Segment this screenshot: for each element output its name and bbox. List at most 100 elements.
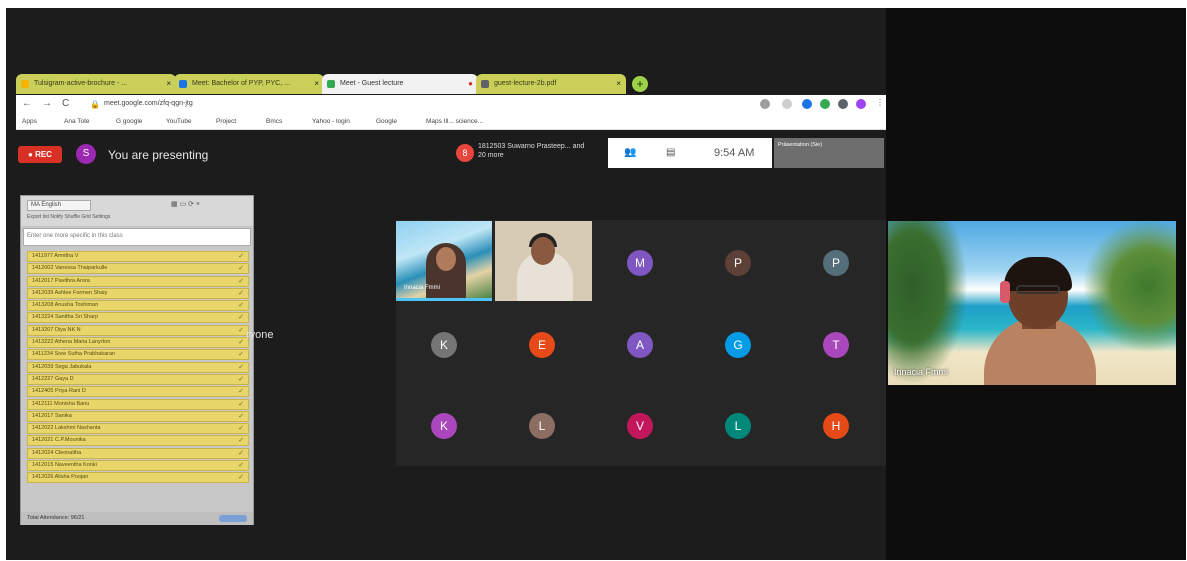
present-check-icon[interactable]: ✓ [238,424,244,433]
tab-tulsigram[interactable]: Tulsigram-active-brochure - ... × [16,74,176,94]
student-row[interactable]: 1412405 Priya Rani D ✓ [27,386,249,398]
close-icon[interactable]: × [166,79,171,88]
student-row[interactable]: 1412017 Sanika ✓ [27,410,249,422]
student-row[interactable]: 1412024 Cleonaitha ✓ [27,447,249,459]
tab-meet-guest-lecture[interactable]: Meet - Guest lecture ● [322,74,478,94]
extension-icon[interactable] [802,99,812,109]
student-row[interactable]: 1413207 Diya NK N ✓ [27,324,249,336]
student-row[interactable]: 1411234 Sree Sutha Prabhakaran ✓ [27,349,249,361]
participant-avatar[interactable]: H [823,413,849,439]
participant-avatar[interactable]: P [823,250,849,276]
star-icon[interactable] [782,99,792,109]
participant-avatar[interactable]: L [725,413,751,439]
close-icon[interactable]: × [314,79,319,88]
new-tab-button[interactable]: + [632,76,648,92]
student-row[interactable]: 1412015 Naveentha Konki ✓ [27,460,249,472]
menu-dots-icon[interactable]: ⋮ [876,98,884,107]
present-check-icon[interactable]: ✓ [238,363,244,372]
present-check-icon[interactable]: ✓ [238,449,244,458]
tab-meet-bachelor[interactable]: Meet: Bachelor of PYP, PYC, ... × [174,74,324,94]
bookmark-youtube[interactable]: YouTube [166,118,192,125]
present-check-icon[interactable]: ✓ [238,301,244,310]
close-icon[interactable]: × [616,79,621,88]
participant-video-tile[interactable] [495,221,592,301]
present-check-icon[interactable]: ✓ [238,400,244,409]
participant-avatar[interactable]: L [529,413,555,439]
self-view-thumbnail[interactable]: Präsentation (Sie) [774,138,884,168]
export-button[interactable] [219,515,247,522]
speaker-glasses [1016,285,1060,294]
reload-icon[interactable]: C [62,98,69,109]
favicon-icon [327,80,335,88]
student-row[interactable]: 1412039 Sega Jabukala ✓ [27,361,249,373]
bookmark-yahoo[interactable]: Yahoo - login [312,118,350,125]
student-row[interactable]: 1412227 Gaya D ✓ [27,373,249,385]
student-row[interactable]: 1412111 Monisha Banu ✓ [27,398,249,410]
lock-icon: 🔒 [90,100,100,109]
present-check-icon[interactable]: ✓ [238,473,244,482]
student-row[interactable]: 1413222 Athena Maria Lanyrton ✓ [27,337,249,349]
present-check-icon[interactable]: ✓ [238,375,244,384]
student-row[interactable]: 1412022 Lakshmi Nashanta ✓ [27,423,249,435]
present-check-icon[interactable]: ✓ [238,289,244,298]
recording-dot-icon: ● [468,79,473,88]
student-row[interactable]: 1412017 Pavithra Arora ✓ [27,275,249,287]
present-check-icon[interactable]: ✓ [238,326,244,335]
student-name: 1412039 Sega Jabukala [32,363,92,370]
class-search-input[interactable]: Enter one more specific in this class [23,228,251,246]
participant-avatar[interactable]: G [725,332,751,358]
attendance-toolbar[interactable]: Export list Notify Shuffle Grid Settings [27,214,110,220]
puzzle-icon[interactable] [838,99,848,109]
student-name: 1411234 Sree Sutha Prabhakaran [32,351,116,358]
present-check-icon[interactable]: ✓ [238,436,244,445]
people-icon[interactable]: 👥 [624,147,636,158]
present-check-icon[interactable]: ✓ [238,338,244,347]
self-view-label: Präsentation (Sie) [778,142,823,148]
student-row[interactable]: 1411977 Amritha V ✓ [27,251,249,262]
present-check-icon[interactable]: ✓ [238,387,244,396]
bookmark-bmcs[interactable]: Bmcs [266,118,282,125]
popup-controls[interactable]: ▦ ▭ ⟳ × [171,200,200,208]
participant-video-tile[interactable]: Innacia Fmmi [396,221,492,301]
speaker-video[interactable]: Innacia Fmmi [888,221,1176,385]
present-check-icon[interactable]: ✓ [238,277,244,286]
participant-avatar[interactable]: P [725,250,751,276]
profile-avatar[interactable] [856,99,866,109]
bookmark-apps[interactable]: Apps [22,118,37,125]
student-row[interactable]: 1412021 C.P.Mounika ✓ [27,435,249,447]
present-check-icon[interactable]: ✓ [238,264,244,273]
participant-avatar[interactable]: K [431,332,457,358]
present-check-icon[interactable]: ✓ [238,412,244,421]
attendance-total: Total Attendance: 96/21 [27,515,85,521]
bookmark-project[interactable]: Project [216,118,236,125]
present-check-icon[interactable]: ✓ [238,313,244,322]
bookmark-ana-tote[interactable]: Ana Tote [64,118,90,125]
bookmark-maps[interactable]: Maps Ill... science... [426,118,483,125]
url-field[interactable]: meet.google.com/zfq-qgn-jtg [104,100,193,107]
student-row[interactable]: 1412026 Alisha Poojan ✓ [27,472,249,484]
participant-avatar[interactable]: K [431,413,457,439]
checkmark-icon[interactable] [820,99,830,109]
camera-icon[interactable] [760,99,770,109]
bookmark-google-2[interactable]: Google [376,118,397,125]
present-check-icon[interactable]: ✓ [238,461,244,470]
participant-avatar[interactable]: A [627,332,653,358]
chat-icon[interactable]: ▤ [666,147,675,158]
back-icon[interactable]: ← [22,98,32,109]
participant-avatar[interactable]: E [529,332,555,358]
participant-avatar[interactable]: T [823,332,849,358]
student-row[interactable]: 1413208 Anusha Toshiman ✓ [27,300,249,312]
tab-guest-lecture-pdf[interactable]: guest-lecture-2b.pdf × [476,74,626,94]
forward-icon[interactable]: → [42,98,52,109]
student-row[interactable]: 1412039 Ashlee Formen Shaiy ✓ [27,287,249,299]
present-check-icon[interactable]: ✓ [238,252,244,261]
participants-summary[interactable]: 1812503 Suwarno Prasteep... and 20 more [478,142,588,160]
bookmark-google[interactable]: G google [116,118,142,125]
student-row[interactable]: 1412002 Vanessa Thaiparkulle ✓ [27,263,249,275]
presenter-avatar: S [76,144,96,164]
student-row[interactable]: 1413224 Sanitha Sri Sharp ✓ [27,312,249,324]
class-select[interactable]: MA English [27,200,91,211]
participant-avatar[interactable]: M [627,250,653,276]
present-check-icon[interactable]: ✓ [238,350,244,359]
participant-avatar[interactable]: V [627,413,653,439]
